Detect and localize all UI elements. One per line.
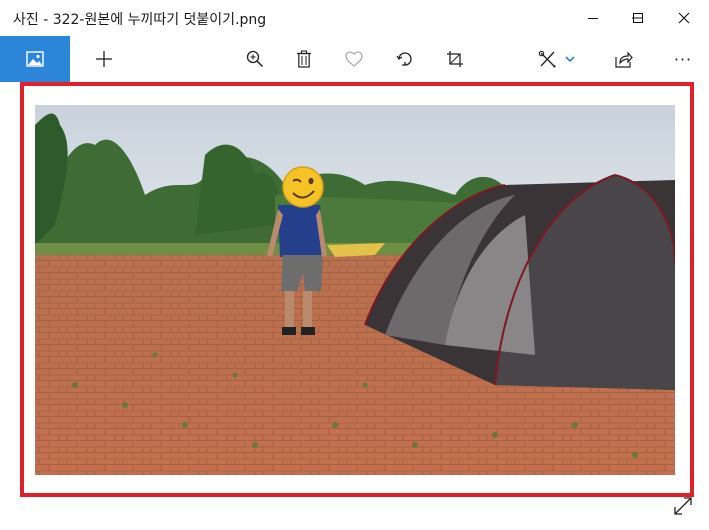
toolbar: ··· — [0, 36, 709, 82]
expand-button[interactable] — [671, 494, 695, 518]
minimize-icon — [588, 18, 598, 19]
maximize-button-real[interactable] — [615, 0, 661, 36]
dropdown-chevron-icon — [565, 56, 575, 63]
rotate-icon — [396, 52, 412, 66]
rotate-button[interactable] — [383, 36, 427, 82]
delete-button[interactable] — [282, 36, 326, 82]
share-button[interactable] — [602, 36, 646, 82]
wink-emoji — [282, 166, 324, 208]
expand-icon — [674, 497, 692, 515]
close-icon — [678, 12, 690, 24]
maximize-icon — [633, 13, 643, 23]
add-button[interactable] — [82, 36, 126, 82]
crop-button[interactable] — [433, 36, 477, 82]
minimize-button-real[interactable] — [570, 0, 616, 36]
window-title: 사진 - 322-원본에 누끼따기 덧붙이기.png — [13, 12, 267, 28]
favorite-button[interactable] — [332, 36, 376, 82]
crop-icon — [447, 51, 463, 67]
more-icon: ··· — [673, 49, 693, 69]
zoom-button[interactable] — [233, 36, 277, 82]
add-icon — [96, 51, 112, 67]
edit-dropdown-button[interactable] — [550, 36, 590, 82]
photo-camping-tent-image — [35, 105, 675, 475]
delete-icon — [297, 50, 311, 68]
more-button[interactable]: ··· — [661, 36, 705, 82]
photo[interactable] — [35, 105, 675, 475]
view-image-button[interactable] — [0, 36, 70, 82]
share-icon — [615, 51, 633, 68]
zoom-icon — [246, 50, 264, 68]
favorite-icon — [345, 51, 363, 67]
close-button[interactable] — [661, 0, 707, 36]
view-image-icon — [26, 51, 44, 67]
